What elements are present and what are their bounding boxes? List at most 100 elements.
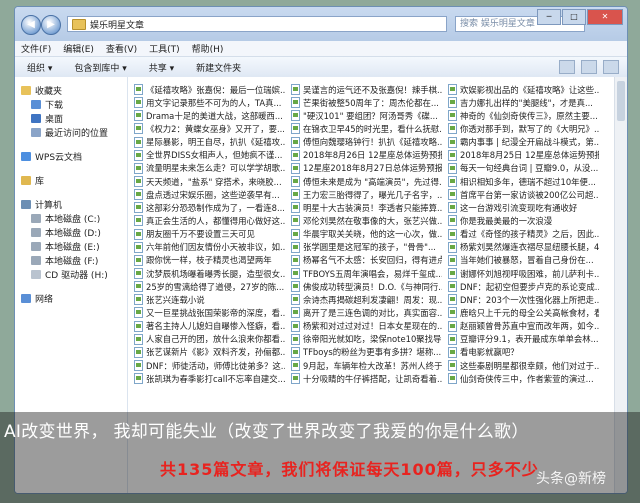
file-item[interactable]: 豆瓣评分9.1，表开最成东单单会林... xyxy=(448,333,599,346)
file-item[interactable]: 流量明星未来怎么走？可以学学胡歌... xyxy=(134,162,285,175)
file-item[interactable]: 徐帝阳光就如吃，梁保note10聚找导... xyxy=(291,333,442,346)
file-item[interactable]: 这一台游戏引流变现吃有通收好 xyxy=(448,201,599,214)
file-item[interactable]: 星际暴影，明王自尽，扒扒《延禧攻... xyxy=(134,136,285,149)
sidebar-item[interactable]: 计算机 xyxy=(15,197,127,211)
file-item[interactable]: 你透对那手到，默写了的《大明兄》... xyxy=(448,122,599,135)
file-item[interactable]: 六年前他们因友情份小天被非议，如... xyxy=(134,241,285,254)
file-item[interactable]: 吉力娜扎出样的"美腿线"，才是真... xyxy=(448,96,599,109)
file-item[interactable]: 相识相知多年，德瑞不超过10年便... xyxy=(448,175,599,188)
sidebar-item[interactable]: 桌面 xyxy=(15,111,127,125)
view-options-icon[interactable] xyxy=(559,60,575,74)
sidebar-item[interactable]: 库 xyxy=(15,173,127,187)
file-item[interactable]: 杨紫刘昊然爆连衣褶尽显纽腰长腿，4... xyxy=(448,241,599,254)
file-item[interactable]: 2018年8月26日 12星座总体运势预报 xyxy=(291,149,442,162)
file-item[interactable]: 离开了是三连色调的对比，真实面容... xyxy=(291,306,442,319)
file-item[interactable]: 著名主持人儿媳妇自曝惨入怪癖，看... xyxy=(134,320,285,333)
file-item[interactable]: 看过《奇怪的孩子精灵》之后，因此... xyxy=(448,228,599,241)
toolbar-button[interactable]: 包含到库中 ▾ xyxy=(74,61,126,74)
file-item[interactable]: 华晨宇取关关晓，他的这一心次，做... xyxy=(291,228,442,241)
sidebar-item[interactable]: WPS云文档 xyxy=(15,149,127,163)
file-item[interactable]: 杨紫和对过过对过！日本女星现在的... xyxy=(291,320,442,333)
file-item[interactable]: 傅恒未来是成为 "高端演员"，先过得... xyxy=(291,175,442,188)
help-icon[interactable] xyxy=(603,60,619,74)
file-item[interactable]: DNF：师徒活动，师傅比徒弟多？这... xyxy=(134,359,285,372)
file-item[interactable]: 吴谨言的运气还不及张嘉倪！辣手棋... xyxy=(291,83,442,96)
menu-item[interactable]: 帮助(H) xyxy=(192,42,224,55)
file-item[interactable]: 张学圆里是这冠军的孩子，"骨骨"... xyxy=(291,241,442,254)
file-item[interactable]: 真正会生活的人，都懂得用心做好这... xyxy=(134,214,285,227)
file-item[interactable]: TFboys的粉丝为更事有多拼？堪称... xyxy=(291,346,442,359)
file-item[interactable]: 《延禧攻略》张嘉倪：最后一位瑞嫔... xyxy=(134,83,285,96)
file-item[interactable]: 十分吸睛的牛仔裤搭配，让凯奇看着... xyxy=(291,372,442,385)
file-item[interactable]: 这些秦剧明星都很幸颇，他们对过于... xyxy=(448,359,599,372)
forward-button[interactable]: ▶ xyxy=(41,15,61,35)
file-item[interactable]: 用文字记录那些不可为的人，TA真... xyxy=(134,96,285,109)
file-item[interactable]: 赵丽颖曾骨苏直中宣而改年两，如今... xyxy=(448,320,599,333)
file-item[interactable]: 9月起，车辆年检大改革！苏州人终于... xyxy=(291,359,442,372)
file-item[interactable]: 张凯琪为春季影打call不忘率自建交... xyxy=(134,372,285,385)
menu-item[interactable]: 文件(F) xyxy=(21,42,51,55)
file-item[interactable]: 霸内事事 | 纪漫全开扁战斗模式，第... xyxy=(448,136,599,149)
sidebar-item[interactable]: 网络 xyxy=(15,291,127,305)
file-item[interactable]: 朋友圈千万不要设置三天可见 xyxy=(134,228,285,241)
file-item[interactable]: 人家自己开的团，放什么浪来你都看... xyxy=(134,333,285,346)
file-item[interactable]: DNF：203个一次性强化器上所把走... xyxy=(448,293,599,306)
file-item[interactable]: 谢娜怀刘旭视呼吸困难，前儿萨利卡... xyxy=(448,267,599,280)
file-item[interactable]: 张艺谋新片《影》双料齐发，孙俪都... xyxy=(134,346,285,359)
file-item[interactable]: 首席平台第一家访谈被200亿公司超... xyxy=(448,188,599,201)
file-item[interactable]: 天天频道，"盐系" 穿搭术，来晓胶... xyxy=(134,175,285,188)
file-item[interactable]: 沈梦辰机场曝着曝秀长腿，造型很女... xyxy=(134,267,285,280)
file-item[interactable]: 《权力2：黄蝶女巫身》又开了，要... xyxy=(134,122,285,135)
file-item[interactable]: 欢娱影视出品的《延禧攻略》让这些... xyxy=(448,83,599,96)
sidebar-item[interactable]: 收藏夹 xyxy=(15,83,127,97)
file-item[interactable]: 跟你恍一样，枝子精灵也渴望两年 xyxy=(134,254,285,267)
file-item[interactable]: 张艺兴连载小说 xyxy=(134,293,285,306)
file-item[interactable]: 盘点透过宋娱乐圈，这些逆袭早有... xyxy=(134,188,285,201)
file-item[interactable]: DNF：起初空但要步卢克的系论变成... xyxy=(448,280,599,293)
sidebar-item[interactable]: 本地磁盘 (E:) xyxy=(15,239,127,253)
file-item[interactable]: 看电影就赢吧？ xyxy=(448,346,599,359)
file-item[interactable]: 又一巨星挑战张国荣影帝的深度，看... xyxy=(134,306,285,319)
file-item[interactable]: 仙剑奇侠传三中，作者紫萱的演过... xyxy=(448,372,599,385)
file-item[interactable]: 全世界DISS女相声人，但她疯不谨... xyxy=(134,149,285,162)
sidebar-item[interactable]: 最近访问的位置 xyxy=(15,125,127,139)
file-item[interactable]: 芒果街被整50周年了：周杰伦都在... xyxy=(291,96,442,109)
file-item[interactable]: 你是我最美最的一次浪漫 xyxy=(448,214,599,227)
menu-item[interactable]: 查看(V) xyxy=(106,42,137,55)
file-item[interactable]: 明星十大古装演员！李透者只能捧算... xyxy=(291,201,442,214)
toolbar-button[interactable]: 新建文件夹 xyxy=(196,61,241,74)
file-item[interactable]: 神奇的《仙剑奇侠传三》，原然主要... xyxy=(448,109,599,122)
sidebar-item[interactable]: 本地磁盘 (C:) xyxy=(15,211,127,225)
file-item[interactable]: 杨幂名气不太感：长安回归，得有进点... xyxy=(291,254,442,267)
file-item[interactable]: 12星座2018年8月27日总体运势预报 xyxy=(291,162,442,175)
file-item[interactable]: 佘诗杰再揭碳超利发凄翩！周发：现... xyxy=(291,293,442,306)
file-item[interactable]: 邓伦刘昊然在敬事像的大，张艺兴做... xyxy=(291,214,442,227)
toolbar-button[interactable]: 组织 ▾ xyxy=(27,61,52,74)
file-item[interactable]: 鹿晗只上千元的母全公关高帐食材，看... xyxy=(448,306,599,319)
back-button[interactable]: ◀ xyxy=(21,15,41,35)
minimize-button[interactable]: ─ xyxy=(537,9,561,25)
file-item[interactable]: TFBOYS五周年演唱会，易烊千玺成... xyxy=(291,267,442,280)
file-item[interactable]: 傅恒向魏璎珞钟行！扒扒《延禧攻略... xyxy=(291,136,442,149)
file-item[interactable]: 当年她们被暴怒，冒着自己身份在... xyxy=(448,254,599,267)
menu-item[interactable]: 编辑(E) xyxy=(63,42,94,55)
file-item[interactable]: "硬汉101" 要组团？阿汤哥秀《碟... xyxy=(291,109,442,122)
toolbar-button[interactable]: 共享 ▾ xyxy=(149,61,174,74)
menu-item[interactable]: 工具(T) xyxy=(149,42,180,55)
file-item[interactable]: 每天一句经典台词 | 豆瓣9.0，从没... xyxy=(448,162,599,175)
file-item[interactable]: 25岁的雪漓给得了道侵，27岁的陈... xyxy=(134,280,285,293)
scrollbar-thumb[interactable] xyxy=(617,81,625,121)
file-item[interactable]: 在锦衣卫早45的时光里，看什么抚慰... xyxy=(291,122,442,135)
file-item[interactable]: 这部彩分恐恐制作成为了，一看连8... xyxy=(134,201,285,214)
file-item[interactable]: 2018年8月25日 12星座总体运势预报 xyxy=(448,149,599,162)
file-item[interactable]: Drama十足的美道大战，这部暖西... xyxy=(134,109,285,122)
file-item[interactable]: 佛俊成功转型演员！D.O.《与神同行... xyxy=(291,280,442,293)
close-button[interactable]: ✕ xyxy=(587,9,623,25)
sidebar-item[interactable]: CD 驱动器 (H:) xyxy=(15,267,127,281)
maximize-button[interactable]: □ xyxy=(562,9,586,25)
file-item[interactable]: 王力宏三胎得得了，曝光几子名字，... xyxy=(291,188,442,201)
sidebar-item[interactable]: 下载 xyxy=(15,97,127,111)
sidebar-item[interactable]: 本地磁盘 (F:) xyxy=(15,253,127,267)
sidebar-item[interactable]: 本地磁盘 (D:) xyxy=(15,225,127,239)
preview-pane-icon[interactable] xyxy=(581,60,597,74)
